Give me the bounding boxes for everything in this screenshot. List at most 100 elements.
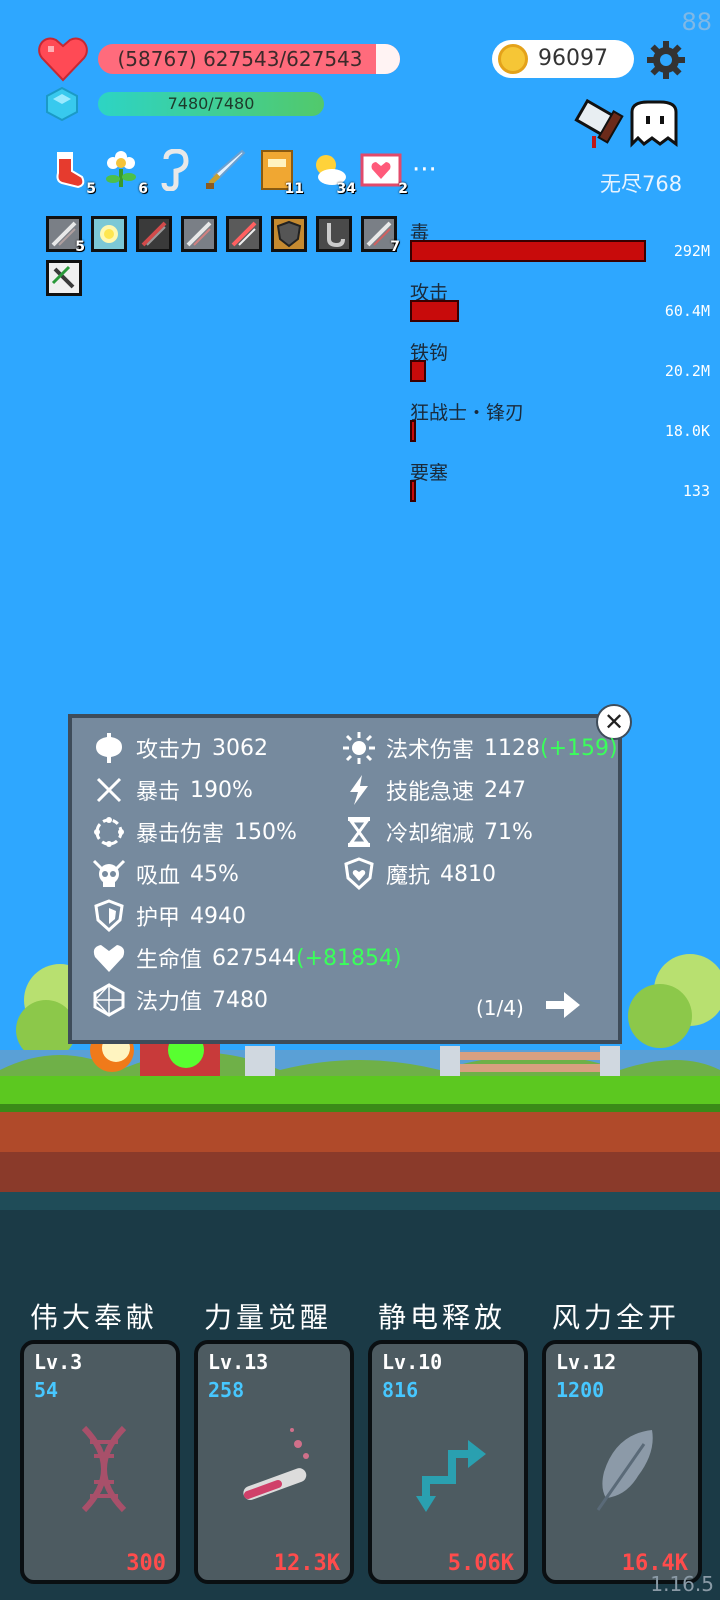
- stat-cooldown: 冷却缩减 71%: [342, 812, 533, 852]
- stat-crit: 暴击 190%: [92, 770, 253, 810]
- ability-title: 静电释放: [377, 1301, 506, 1334]
- stat-value-group: 1128(+159): [484, 736, 618, 761]
- stat-bonus: (+81854): [296, 945, 402, 971]
- stat-health: 生命值 627544(+81854): [92, 938, 402, 978]
- ability-level: Lv.10: [382, 1350, 443, 1374]
- item-bar: 5 6 11 34 2 ···: [48, 146, 437, 197]
- stat-label: 吸血: [136, 864, 181, 889]
- gold-amount: 96097: [538, 46, 608, 71]
- damage-value: 292M: [673, 242, 710, 260]
- mana-gem-icon: [46, 86, 78, 122]
- stat-value: 71%: [484, 819, 533, 845]
- hourglass-icon: [348, 817, 370, 847]
- blade-skill-icon[interactable]: 7: [361, 216, 400, 255]
- stat-magic-resist: 魔抗 4810: [342, 854, 496, 894]
- book-icon[interactable]: 11: [256, 149, 304, 197]
- stat-value: 4810: [440, 861, 497, 887]
- stat-value: 4940: [190, 903, 247, 929]
- feather-icon: [596, 1430, 653, 1511]
- lightning-icon: [350, 775, 368, 805]
- blade-skill-icon[interactable]: [181, 216, 217, 252]
- stat-value: 7480: [212, 987, 269, 1013]
- damage-value: 18.0K: [664, 422, 710, 440]
- stat-label: 暴击伤害: [136, 822, 225, 847]
- stat-label: 法力值: [136, 990, 203, 1015]
- stat-mana: 法力值 7480: [92, 980, 268, 1020]
- damage-value: 133: [682, 482, 710, 500]
- ability-title: 伟大奉献: [29, 1301, 158, 1334]
- ability-card-great-devotion[interactable]: Lv.3 54 300: [20, 1340, 180, 1584]
- damage-bar: [410, 420, 416, 442]
- stat-label: 魔抗: [386, 864, 431, 889]
- item-count: 2: [398, 181, 408, 197]
- ability-title: 力量觉醒: [203, 1301, 332, 1334]
- damage-source-name: 狂战士・锋刃: [410, 402, 525, 424]
- boss-cleaver-ghost-icon: [574, 98, 678, 148]
- target-ring-icon: [94, 817, 124, 847]
- axe-icon: [96, 733, 122, 763]
- stat-value: 247: [484, 777, 527, 803]
- stat-label: 护甲: [136, 906, 181, 931]
- damage-row: 狂战士・锋刃 18.0K: [410, 398, 710, 458]
- skill-count: 5: [75, 239, 85, 255]
- health-text: (58767) 627543/627543: [117, 47, 363, 71]
- gold-counter: 96097: [492, 40, 634, 78]
- stat-value: 190%: [190, 777, 253, 803]
- swap-arrows-icon: [416, 1440, 486, 1512]
- stat-crit-damage: 暴击伤害 150%: [92, 812, 297, 852]
- more-items-button[interactable]: ···: [412, 149, 437, 191]
- shield-heart-icon: [344, 857, 374, 891]
- stat-value: 150%: [234, 819, 297, 845]
- item-count: 34: [336, 181, 356, 197]
- sock-icon[interactable]: 5: [48, 149, 96, 197]
- stats-panel: ✕ 攻击力 3062 法术伤害 1128(+159) 暴击 190% 技能急速 …: [68, 704, 632, 1044]
- next-page-arrow-icon[interactable]: [546, 990, 582, 1020]
- ability-title: 风力全开: [551, 1301, 680, 1334]
- stat-value-group: 627544(+81854): [212, 946, 402, 971]
- stat-value: 627544: [212, 945, 296, 971]
- damage-bar: [410, 480, 416, 502]
- crossed-sparks-icon: [96, 777, 122, 803]
- health-bar: (58767) 627543/627543: [98, 44, 400, 74]
- ability-value: 54: [34, 1378, 59, 1402]
- damage-value: 60.4M: [664, 302, 710, 320]
- damage-row: 毒 292M: [410, 218, 710, 278]
- heart-card-icon[interactable]: 2: [360, 149, 408, 197]
- mana-bar: 7480/7480: [98, 92, 324, 116]
- ability-card-power-awaken[interactable]: Lv.13 258 12.3K: [194, 1340, 354, 1584]
- dna-icon: [81, 1425, 127, 1513]
- stat-label: 法术伤害: [386, 738, 475, 763]
- damage-row: 铁钩 20.2M: [410, 338, 710, 398]
- hook-icon[interactable]: [152, 148, 194, 192]
- light-skill-icon[interactable]: [91, 216, 127, 252]
- ability-value: 816: [382, 1378, 419, 1402]
- ability-level: Lv.12: [556, 1350, 617, 1374]
- stat-label: 冷却缩减: [386, 822, 475, 847]
- stat-lifesteal: 吸血 45%: [92, 854, 239, 894]
- stat-ability-haste: 技能急速 247: [342, 770, 526, 810]
- upgrade-cost: 300: [126, 1551, 166, 1576]
- ability-card-wind-full-power[interactable]: Lv.12 1200 16.4K: [542, 1340, 702, 1584]
- flower-icon[interactable]: 6: [100, 149, 148, 197]
- damage-list: 毒 292M 攻击 60.4M 铁钩 20.2M 狂战士・锋刃 18.0K 要塞…: [410, 218, 710, 518]
- sword-icon[interactable]: [204, 149, 246, 191]
- sword-green-skill-icon[interactable]: [46, 260, 82, 296]
- coin-icon: [498, 44, 528, 74]
- hook-skill-icon[interactable]: [316, 216, 352, 252]
- upgrade-cost: 5.06K: [447, 1551, 514, 1576]
- damage-bar: [410, 300, 459, 322]
- sun-cloud-icon[interactable]: 34: [308, 149, 356, 197]
- item-count: 6: [138, 181, 148, 197]
- red-blade-skill-icon[interactable]: [226, 216, 262, 252]
- ability-value: 1200: [556, 1378, 605, 1402]
- stat-armor: 护甲 4940: [92, 896, 246, 936]
- gear-icon[interactable]: [646, 40, 686, 80]
- shield-icon: [94, 899, 124, 933]
- shield-skill-icon[interactable]: [271, 216, 307, 252]
- stat-label: 生命值: [136, 948, 203, 973]
- ability-card-static-discharge[interactable]: Lv.10 816 5.06K: [368, 1340, 528, 1584]
- blade-skill-icon[interactable]: 5: [46, 216, 85, 255]
- potion-tube-icon: [243, 1428, 309, 1500]
- sun-icon: [343, 732, 375, 764]
- dark-blade-skill-icon[interactable]: [136, 216, 172, 252]
